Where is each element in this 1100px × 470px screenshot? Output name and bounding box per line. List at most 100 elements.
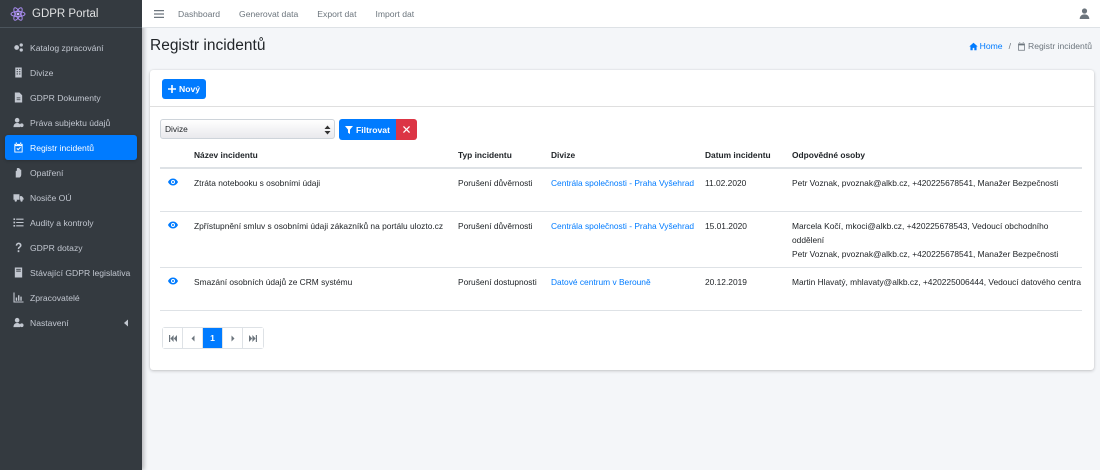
filter-button[interactable]: Filtrovat <box>339 119 396 140</box>
sidebar-item-prava[interactable]: Práva subjektu údajů <box>5 110 137 135</box>
prev-page-button[interactable] <box>183 328 203 348</box>
sidebar-item-katalog[interactable]: Katalog zpracování <box>5 35 137 60</box>
header-cell-division[interactable]: Divize <box>551 150 705 160</box>
cell-type: Porušení dostupnosti <box>458 277 537 287</box>
sidebar-item-label: Audity a kontroly <box>30 217 94 228</box>
cell-persons: Petr Voznak, pvoznak@alkb.cz, +420225678… <box>792 176 1082 190</box>
hand-icon <box>12 167 24 179</box>
top-navbar: Dashboard Generovat data Export dat Impo… <box>142 0 1100 28</box>
user-icon[interactable] <box>1079 8 1090 19</box>
nav-link-dashboard[interactable]: Dashboard <box>178 9 220 19</box>
person-line: Marcela Kočí, mkoci@alkb.cz, +4202256785… <box>792 221 1049 245</box>
sidebar-item-label: Opatření <box>30 167 64 178</box>
file-icon <box>12 92 24 104</box>
sidebar-item-label: Registr incidentů <box>30 142 95 153</box>
first-page-button[interactable] <box>163 328 183 348</box>
row-actions <box>160 219 194 233</box>
table-row: Zpřístupnění smluv s osobními údaji záka… <box>160 212 1082 268</box>
row-actions <box>160 275 194 289</box>
header-cell-name[interactable]: Název incidentu <box>194 150 458 160</box>
sidebar-item-divize[interactable]: Divize <box>5 60 137 85</box>
cell-persons: Martin Hlavatý, mhlavaty@alkb.cz, +42022… <box>792 275 1082 289</box>
new-incident-button[interactable]: Nový <box>162 79 206 99</box>
pagination: 1 <box>162 327 264 349</box>
breadcrumb-home-label: Home <box>979 41 1003 51</box>
header-cell-type[interactable]: Typ incidentu <box>458 150 551 160</box>
eye-icon[interactable] <box>168 219 178 229</box>
cell-date: 20.12.2019 <box>705 277 747 287</box>
sidebar-item-opatreni[interactable]: Opatření <box>5 160 137 185</box>
next-page-button[interactable] <box>223 328 243 348</box>
eye-icon[interactable] <box>168 176 178 186</box>
page-1-button[interactable]: 1 <box>203 328 223 348</box>
sidebar-item-nastaveni[interactable]: Nastavení <box>5 310 137 335</box>
home-icon <box>968 42 978 50</box>
division-select[interactable]: Divize <box>160 119 335 139</box>
card-header: Nový <box>150 70 1094 107</box>
cell-division-link[interactable]: Centrála společnosti - Praha Vyšehrad <box>551 176 705 190</box>
header-cell-persons[interactable]: Odpovědné osoby <box>792 150 1082 160</box>
last-page-icon <box>249 334 257 342</box>
sidebar-item-label: Divize <box>30 67 54 78</box>
last-page-button[interactable] <box>243 328 263 348</box>
cell-division-link[interactable]: Centrála společnosti - Praha Vyšehrad <box>551 219 705 233</box>
sidebar-item-zpracovatele[interactable]: Zpracovatelé <box>5 285 137 310</box>
cell-name: Zpřístupnění smluv s osobními údaji záka… <box>194 221 444 231</box>
cogs-icon <box>12 42 24 54</box>
next-page-icon <box>231 335 234 341</box>
sidebar-item-nosice[interactable]: Nosiče OÚ <box>5 185 137 210</box>
cell-type: Porušení důvěrnosti <box>458 221 533 231</box>
select-arrows-icon <box>324 125 331 135</box>
row-actions <box>160 176 194 190</box>
truck-icon <box>12 192 24 204</box>
sidebar-item-registr[interactable]: Registr incidentů <box>5 135 137 160</box>
cell-name: Smazání osobních údajů ze CRM systému <box>194 277 353 287</box>
sidebar-item-dokumenty[interactable]: GDPR Dokumenty <box>5 85 137 110</box>
sidebar-item-label: Zpracovatelé <box>30 292 80 303</box>
page-title: Registr incidentů <box>150 37 266 54</box>
breadcrumb: Home / Registr incidentů <box>968 41 1092 51</box>
sidebar-item-dotazy[interactable]: GDPR dotazy <box>5 235 137 260</box>
sidebar-item-label: GDPR dotazy <box>30 242 83 253</box>
sidebar-item-legislativa[interactable]: Stávající GDPR legislativa <box>5 260 137 285</box>
menu-toggle-icon[interactable] <box>154 9 164 19</box>
eye-icon[interactable] <box>168 275 178 285</box>
table-row: Ztráta notebooku s osobními údaji Poruše… <box>160 169 1082 212</box>
calendar-check-icon <box>12 142 24 154</box>
user-cog-icon <box>12 117 24 129</box>
table-row: Smazání osobních údajů ze CRM systému Po… <box>160 268 1082 311</box>
nav-link-generovat[interactable]: Generovat data <box>239 9 298 19</box>
filter-button-label: Filtrovat <box>356 124 390 135</box>
book-icon <box>12 267 24 279</box>
close-icon <box>403 126 410 133</box>
clear-filter-button[interactable] <box>396 119 417 140</box>
sidebar: GDPR Portal Katalog zpracování Divize GD… <box>0 0 142 470</box>
division-select-value: Divize <box>165 124 188 134</box>
person-line: Martin Hlavatý, mhlavaty@alkb.cz, +42022… <box>792 277 1082 287</box>
breadcrumb-home[interactable]: Home <box>968 41 1003 51</box>
cell-date: 11.02.2020 <box>705 178 747 188</box>
breadcrumb-separator: / <box>1008 41 1011 51</box>
sidebar-item-label: Práva subjektu údajů <box>30 117 111 128</box>
header-cell-date[interactable]: Datum incidentu <box>705 150 792 160</box>
question-icon <box>12 242 24 254</box>
user-gear-icon <box>12 317 24 329</box>
sidebar-nav: Katalog zpracování Divize GDPR Dokumenty… <box>0 28 142 335</box>
plus-icon <box>167 85 176 93</box>
sidebar-item-label: Nosiče OÚ <box>30 192 72 203</box>
sidebar-item-label: Katalog zpracování <box>30 42 104 53</box>
cell-division-link[interactable]: Datové centrum v Berouně <box>551 275 705 289</box>
nav-link-export[interactable]: Export dat <box>317 9 356 19</box>
incidents-card: Nový Divize Filtrovat Název incidentu Ty… <box>150 70 1094 370</box>
sidebar-item-label: Stávající GDPR legislativa <box>30 267 131 278</box>
atom-logo-icon <box>10 6 26 22</box>
first-page-icon <box>168 334 177 342</box>
sidebar-item-label: GDPR Dokumenty <box>30 92 101 103</box>
list-icon <box>12 217 24 229</box>
cell-date: 15.01.2020 <box>705 221 747 231</box>
sidebar-item-audity[interactable]: Audity a kontroly <box>5 210 137 235</box>
new-button-label: Nový <box>178 84 200 94</box>
prev-page-icon <box>191 335 194 341</box>
nav-link-import[interactable]: Import dat <box>375 9 414 19</box>
brand[interactable]: GDPR Portal <box>0 0 142 28</box>
